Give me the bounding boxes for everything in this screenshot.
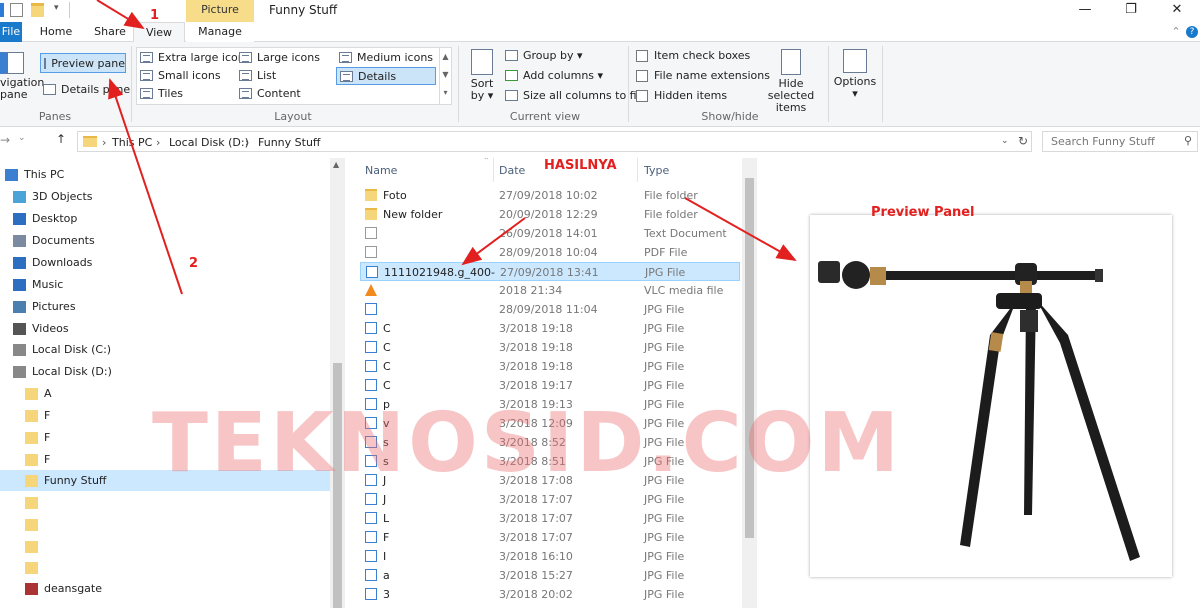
arrow-to-selected-file [461,217,526,266]
arrow-to-preview [684,197,797,261]
arrow-to-preview-pane [108,78,183,295]
preview-panel-label: Preview Panel [871,205,975,220]
watermark: TEKNOSID.COM [152,396,903,491]
step-1-label: 1 [150,8,160,23]
hasilnya-label: HASILNYA [544,158,617,173]
arrow-to-view-tab [96,0,145,30]
annotation-arrows [96,0,797,295]
step-2-label: 2 [189,256,199,271]
